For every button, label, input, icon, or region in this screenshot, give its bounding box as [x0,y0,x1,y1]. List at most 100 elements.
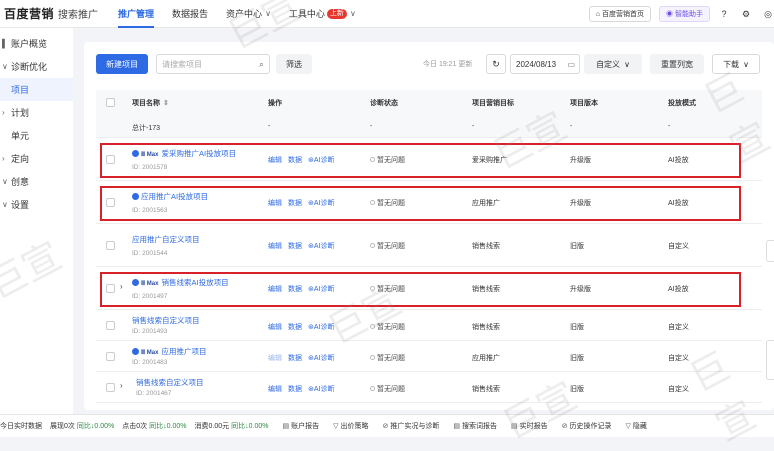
sidebar-item-account-overview[interactable]: ▌ 账户概览 [0,32,73,55]
ai-diagnosis-link[interactable]: ⊛AI诊断 [308,386,335,393]
col-goal: 项目营销目标 [472,100,514,107]
status-text: 暂无问题 [377,243,405,250]
date-picker[interactable]: 2024/08/13 ▭ [510,54,580,74]
live-diagnosis-button[interactable]: ⊘ 推广实况与诊断 [383,421,440,431]
operations: 编辑 数据 ⊛AI诊断 [268,322,341,332]
sidebar-item-creative[interactable]: ∨ 创意 [0,170,73,193]
tool-label: 实时报告 [519,423,548,430]
sidebar: ▌ 账户概览 ∨ 诊断优化 项目 › 计划 单元 › 定向 ∨ 创意 ∨ 设置 [0,28,73,414]
search-term-report-button[interactable]: ▤ 搜索词报告 [453,421,497,431]
sidebar-item-plan[interactable]: › 计划 [0,101,73,124]
help-icon[interactable]: ? [718,8,730,20]
reset-column-width-button[interactable]: 重置列宽 [650,54,704,74]
overview-icon: ▌ [2,39,8,48]
assistant-button[interactable]: ◉ 智能助手 [659,6,710,22]
search-icon[interactable]: ⌕ [259,59,264,70]
status-text: 暂无问题 [377,386,405,393]
click-count: 点击0次 [122,423,148,430]
download-button[interactable]: 下载 ∨ [712,54,760,74]
nav-data-report[interactable]: 数据报告 [172,0,208,28]
nav-asset-center[interactable]: 资产中心 ∨ [226,0,271,28]
assistant-label: 智能助手 [675,11,703,18]
settings-icon[interactable]: ⚙ [740,8,752,20]
nav-promotion-management[interactable]: 推广管理 [118,0,155,28]
sidebar-item-project[interactable]: 项目 [0,78,73,101]
row-checkbox[interactable] [106,383,115,392]
project-name-link[interactable]: 销售线索自定义项目 [136,378,204,387]
highlight-box [100,186,741,221]
goal-cell: 销售线索 [472,386,500,393]
col-project-name[interactable]: 项目名称 ⇕ [132,98,169,108]
diagnosis-status: 暂无问题 [370,241,405,251]
floating-tab[interactable] [766,240,774,262]
table-row[interactable]: 应用推广自定义项目 ID: 2001544 编辑 数据 ⊛AI诊断 暂无问题 销售线… [96,224,762,267]
ai-diagnosis-link[interactable]: ⊛AI诊断 [308,243,335,250]
sidebar-item-label: 单元 [11,131,30,141]
calendar-icon: ▭ [567,59,575,69]
new-project-button[interactable]: 新建项目 [96,54,148,74]
nav-tool-center[interactable]: 工具中心 上新 ∨ [289,0,356,28]
status-text: 暂无问题 [377,324,405,331]
data-link[interactable]: 数据 [288,324,302,331]
chevron-down-icon: ∨ [2,177,8,186]
search-input[interactable] [162,59,252,69]
data-link[interactable]: 数据 [288,243,302,250]
sidebar-item-unit[interactable]: 单元 [0,124,73,147]
edit-link[interactable]: 编辑 [268,324,282,331]
project-name-link[interactable]: 应用推广项目 [161,347,206,356]
tool-label: 账户报告 [291,423,320,430]
table-header: 项目名称 ⇕ 操作 诊断状态 项目营销目标 项目版本 投放模式 [96,90,762,115]
filter-button[interactable]: 筛选 [276,54,312,74]
custom-label: 自定义 [596,59,621,69]
report-icon: ▤ [453,423,461,430]
sidebar-item-targeting[interactable]: › 定向 [0,147,73,170]
edit-link[interactable]: 编辑 [268,355,282,362]
tool-label: 推广实况与诊断 [390,423,440,430]
operations: 编辑 数据 ⊛AI诊断 [268,241,341,251]
bid-strategy-button[interactable]: ▽ 出价策略 [333,421,368,431]
ai-diagnosis-link[interactable]: ⊛AI诊断 [308,355,335,362]
chevron-down-icon: ∨ [2,200,8,209]
date-value: 2024/08/13 [516,59,557,69]
report-icon: ▤ [511,423,518,430]
account-report-button[interactable]: ▤ 账户报告 [283,421,320,431]
toolbar: 新建项目 ⌕ 筛选 今日 19:21 更新 ↻ 2024/08/13 ▭ 自定义… [84,42,774,86]
chevron-down-icon: ∨ [624,59,630,69]
data-link[interactable]: 数据 [288,386,302,393]
table-row[interactable]: Ⅲ Max 应用推广项目 ID: 2001483 编辑 数据 ⊛AI诊断 暂无问题 应… [96,341,762,372]
refresh-icon[interactable]: ↻ [486,54,506,74]
sort-icon: ⇕ [163,100,169,107]
edit-link[interactable]: 编辑 [268,386,282,393]
row-checkbox[interactable] [106,352,115,361]
floating-tab[interactable] [766,340,774,380]
ai-label: AI诊断 [313,324,335,331]
realtime-report-button[interactable]: ▤ 实时报告 [511,421,548,431]
custom-columns-button[interactable]: 自定义 ∨ [584,54,642,74]
tool-label: 隐藏 [632,423,647,430]
select-all-checkbox[interactable] [106,98,115,107]
home-button[interactable]: ⌂ 百度营销首页 [588,6,652,22]
expand-icon[interactable]: › [120,381,123,390]
avatar[interactable]: ◎ [762,8,774,20]
sidebar-item-settings[interactable]: ∨ 设置 [0,193,73,216]
ai-diagnosis-link[interactable]: ⊛AI诊断 [308,324,335,331]
edit-link[interactable]: 编辑 [268,243,282,250]
project-name-link[interactable]: 应用推广自定义项目 [132,235,200,244]
history-button[interactable]: ⊘ 历史操作记录 [562,421,612,431]
product-icon [132,348,139,355]
status-dot-icon [370,355,375,360]
sidebar-item-diagnosis[interactable]: ∨ 诊断优化 [0,55,73,78]
data-link[interactable]: 数据 [288,355,302,362]
hide-button[interactable]: ▽ 隐藏 [626,421,647,431]
table-row[interactable]: › 销售线索自定义项目 ID: 2001467 编辑 数据 ⊛AI诊断 暂无问题 销… [96,372,762,403]
mode-cell: 自定义 [668,355,689,362]
project-name-link[interactable]: 销售线索自定义项目 [132,316,200,325]
table-row[interactable]: 销售线索自定义项目 ID: 2001493 编辑 数据 ⊛AI诊断 暂无问题 销售线… [96,310,762,341]
logo[interactable]: 百度营销 搜索推广 [4,5,98,22]
tool-label: 搜索词报告 [462,423,498,430]
row-checkbox[interactable] [106,241,115,250]
total-version: - [570,123,573,130]
assistant-icon: ◉ [666,11,675,18]
row-checkbox[interactable] [106,321,115,330]
version-cell: 旧版 [570,243,584,250]
